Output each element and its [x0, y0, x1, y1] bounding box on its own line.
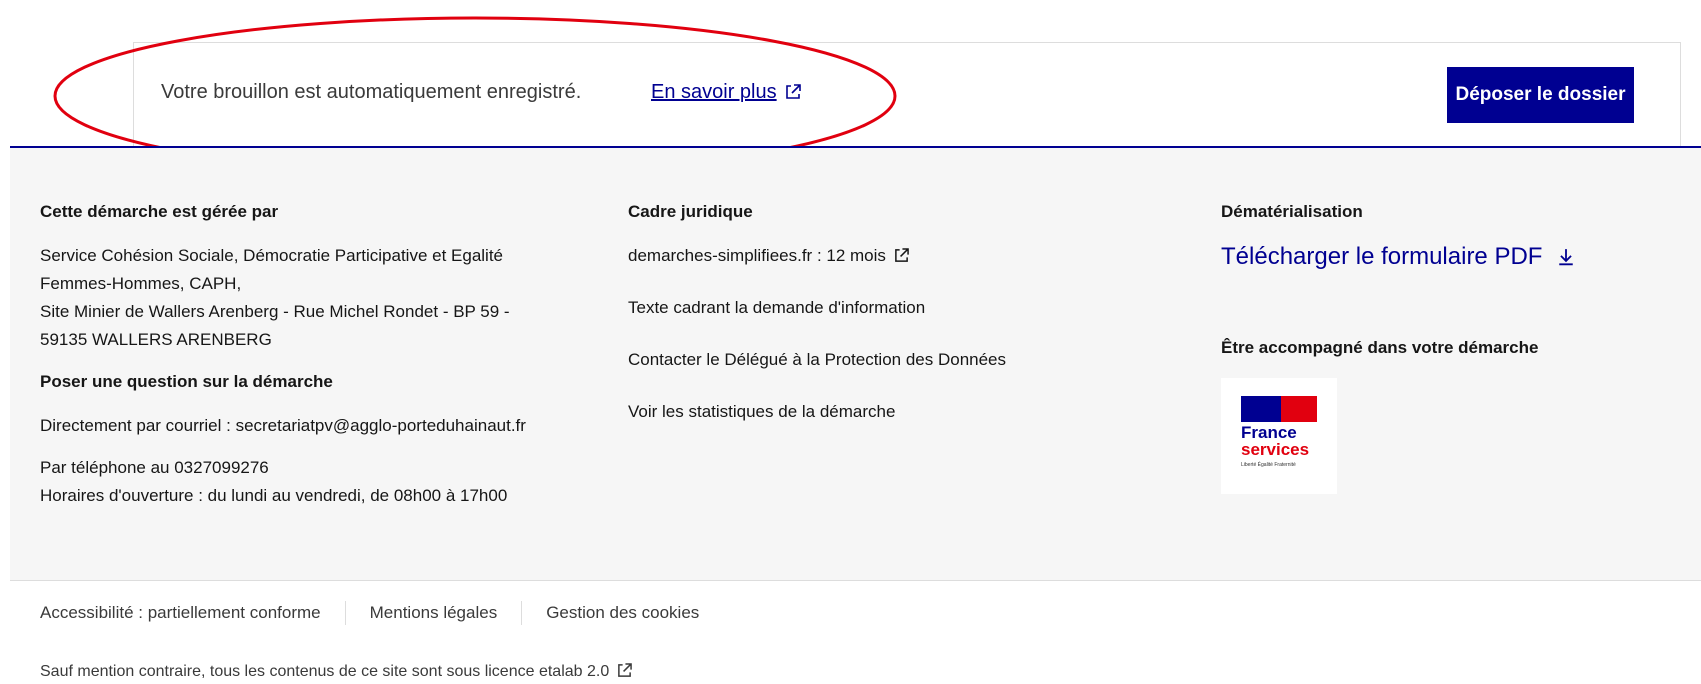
download-pdf-label: Télécharger le formulaire PDF: [1221, 243, 1543, 270]
footer-managed-by-column: Cette démarche est gérée par Service Coh…: [40, 198, 600, 524]
statistics-link[interactable]: Voir les statistiques de la démarche: [628, 398, 1148, 426]
download-icon: [1559, 249, 1573, 266]
download-pdf-link[interactable]: Télécharger le formulaire PDF: [1221, 242, 1681, 272]
logo-motto: Liberté Égalité Fraternité: [1241, 462, 1296, 468]
draft-submit-bar: Votre brouillon est automatiquement enre…: [133, 42, 1681, 146]
france-services-logo[interactable]: France services Liberté Égalité Fraterni…: [1221, 378, 1337, 494]
opening-hours: Horaires d'ouverture : du lundi au vendr…: [40, 486, 508, 505]
logo-flag-red: [1281, 396, 1317, 422]
footer-bottom: Accessibilité : partiellement conforme M…: [10, 580, 1701, 684]
managed-by-address: Service Cohésion Sociale, Démocratie Par…: [40, 242, 600, 354]
footer-legal-column: Cadre juridique demarches-simplifiees.fr…: [628, 198, 1148, 450]
dpo-contact-link[interactable]: Contacter le Délégué à la Protection des…: [628, 346, 1148, 374]
address-line: Site Minier de Wallers Arenberg - Rue Mi…: [40, 302, 510, 321]
address-line: Service Cohésion Sociale, Démocratie Par…: [40, 246, 504, 265]
address-line: Femmes-Hommes, CAPH,: [40, 274, 242, 293]
learn-more-link[interactable]: En savoir plus: [651, 81, 801, 104]
external-link-icon: [618, 663, 633, 677]
contact-email[interactable]: Directement par courriel : secretariatpv…: [40, 412, 600, 440]
legal-notice-link[interactable]: Mentions légales: [344, 601, 522, 625]
cookies-link[interactable]: Gestion des cookies: [521, 601, 723, 625]
accessibility-link[interactable]: Accessibilité : partiellement conforme: [40, 601, 345, 625]
logo-text: France services: [1241, 423, 1310, 459]
footer-legal-links: Accessibilité : partiellement conforme M…: [40, 601, 723, 625]
retention-link[interactable]: demarches-simplifiees.fr : 12 mois: [628, 242, 1148, 270]
address-line: 59135 WALLERS ARENBERG: [40, 330, 272, 349]
footer-dematerialisation-column: Dématérialisation Télécharger le formula…: [1221, 198, 1681, 494]
contact-phone: Par téléphone au 0327099276: [40, 458, 269, 477]
submit-dossier-button[interactable]: Déposer le dossier: [1447, 67, 1634, 123]
legal-text-link[interactable]: Texte cadrant la demande d'information: [628, 294, 1148, 322]
dematerialisation-heading: Dématérialisation: [1221, 202, 1363, 221]
managed-by-heading: Cette démarche est gérée par: [40, 202, 279, 221]
retention-label: demarches-simplifiees.fr : 12 mois: [628, 246, 886, 265]
external-link-icon: [895, 248, 909, 262]
license-label: Sauf mention contraire, tous les contenu…: [40, 663, 610, 680]
footer: Cette démarche est gérée par Service Coh…: [10, 146, 1701, 580]
learn-more-label: En savoir plus: [651, 81, 777, 103]
draft-autosave-text: Votre brouillon est automatiquement enre…: [161, 81, 582, 103]
question-heading: Poser une question sur la démarche: [40, 372, 333, 391]
legal-heading: Cadre juridique: [628, 202, 753, 221]
license-text[interactable]: Sauf mention contraire, tous les contenu…: [40, 663, 633, 681]
support-heading: Être accompagné dans votre démarche: [1221, 338, 1539, 357]
external-link-icon: [785, 84, 801, 99]
logo-flag-blue: [1241, 396, 1281, 422]
